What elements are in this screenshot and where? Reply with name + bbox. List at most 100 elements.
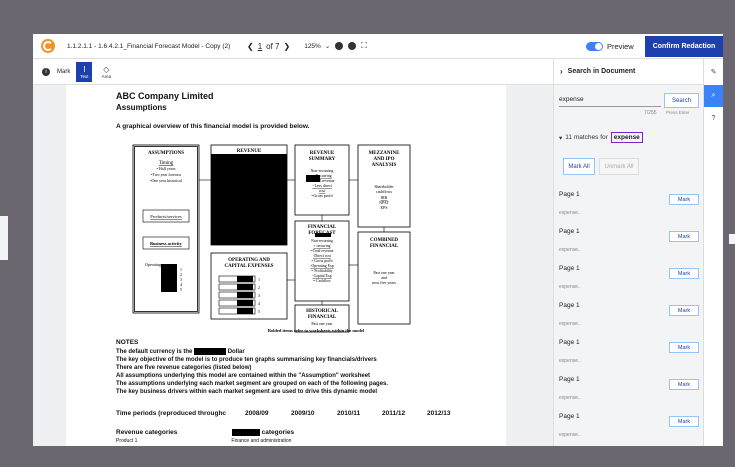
mark-button[interactable]: Mark bbox=[669, 342, 699, 353]
preview-toggle[interactable] bbox=[586, 42, 603, 51]
text-tool-label: Text bbox=[80, 73, 89, 79]
area-tool-label: Area bbox=[101, 73, 112, 79]
search-result[interactable]: Page 1 expense.. Mark bbox=[554, 300, 704, 337]
area-tool-button[interactable]: ◇ Area bbox=[98, 62, 114, 82]
diagram-mz-title2: AND IPO bbox=[374, 157, 395, 162]
search-result[interactable]: Page 1 expense.. Mark bbox=[554, 263, 704, 300]
search-result[interactable]: Page 1 expense.. Mark bbox=[554, 226, 704, 263]
diagram-ff-l2: + recurring bbox=[313, 244, 330, 248]
document-name: 1.1.2.1.1 - 1.6.4.2.1_Financial Forecast… bbox=[67, 42, 231, 50]
zoom-out-icon[interactable] bbox=[335, 42, 344, 50]
redaction-box[interactable] bbox=[237, 284, 253, 290]
mark-button[interactable]: Mark bbox=[669, 379, 699, 390]
redaction-box[interactable] bbox=[211, 154, 287, 245]
note-line: The assumptions underlying each market s… bbox=[116, 381, 389, 387]
mark-all-button[interactable]: Mark All bbox=[563, 158, 595, 175]
zoom-select[interactable]: 125% ⌄ bbox=[304, 42, 331, 51]
area-select-icon: ◇ bbox=[103, 64, 110, 74]
time-periods-row: Time periods (reproduced throughc 2008/0… bbox=[116, 410, 451, 417]
doc-title: ABC Company Limited bbox=[116, 91, 214, 101]
zoom-in-icon[interactable] bbox=[348, 42, 357, 50]
top-bar: 1.1.2.1.1 - 1.6.4.2.1_Financial Forecast… bbox=[33, 34, 723, 59]
diagram-op-n2: 2 bbox=[258, 285, 260, 290]
notes-heading: NOTES bbox=[116, 339, 139, 346]
diagram-ff-l1: Non-recurring bbox=[311, 239, 333, 243]
diagram-one-year: •One year historical bbox=[150, 178, 183, 183]
product-row: Product 1 Finance and administration bbox=[116, 438, 291, 444]
revenue-categories-label: Revenue categories bbox=[116, 429, 178, 437]
year-cell: 2011/12 bbox=[382, 410, 406, 417]
search-result[interactable]: Page 1 expense.. Mark bbox=[554, 189, 704, 226]
next-page-button[interactable]: ❯ bbox=[284, 42, 291, 51]
year-cell: 2010/11 bbox=[337, 410, 361, 417]
matches-summary[interactable]: ▾ 11 matches for expense bbox=[559, 132, 643, 143]
result-snippet: expense.. bbox=[559, 395, 581, 401]
diagram-half-years: • Half years bbox=[157, 166, 176, 171]
diagram-cf-l3: next five years bbox=[372, 280, 396, 285]
prev-page-button[interactable]: ❮ bbox=[247, 42, 254, 51]
result-page: Page 1 bbox=[559, 302, 580, 309]
note-currency: The default currency is the Dollar bbox=[116, 348, 245, 355]
result-snippet: expense.. bbox=[559, 358, 581, 364]
categories-label: categories bbox=[261, 429, 295, 437]
mark-button[interactable]: Mark bbox=[669, 268, 699, 279]
diagram-op-n3: 3 bbox=[258, 293, 260, 298]
product-label: Product 1 bbox=[116, 438, 138, 444]
revenue-categories-row: Revenue categories categories bbox=[116, 429, 294, 436]
diagram-revenue: REVENUE bbox=[237, 149, 262, 154]
page-number-input[interactable]: 1 bbox=[258, 42, 262, 51]
search-input[interactable]: expense bbox=[559, 93, 661, 107]
page-navigator: ❮ 1 of 7 ❯ bbox=[247, 42, 290, 51]
unmark-all-button[interactable]: Unmark All bbox=[599, 158, 639, 175]
diagram-ff-l6: -Operating Exp bbox=[310, 264, 334, 268]
pen-icon[interactable]: ✎ bbox=[704, 59, 723, 85]
mark-button[interactable]: Mark bbox=[669, 416, 699, 427]
diagram-two-year: •Two year forecast bbox=[151, 172, 182, 177]
diagram-hf-l1: Past one year bbox=[311, 321, 333, 326]
collapse-icon[interactable]: ▾ bbox=[559, 134, 562, 142]
result-page: Page 1 bbox=[559, 228, 580, 235]
redaction-box[interactable] bbox=[237, 292, 253, 298]
search-result[interactable]: Page 1 expense.. Mark bbox=[554, 374, 704, 411]
note-line: All assumptions underlying this model ar… bbox=[116, 373, 371, 379]
note-currency-b: Dollar bbox=[227, 349, 245, 356]
redaction-box[interactable] bbox=[237, 300, 253, 306]
mark-button[interactable]: Mark bbox=[669, 231, 699, 242]
model-diagram: ASSUMPTIONS Timing • Half years •Two yea… bbox=[132, 144, 411, 333]
chevron-right-icon[interactable]: › bbox=[560, 67, 563, 76]
redaction-box[interactable] bbox=[237, 276, 253, 282]
help-icon[interactable]: ? bbox=[704, 107, 723, 129]
fullscreen-icon[interactable]: ⛶ bbox=[361, 41, 367, 51]
diagram-operating: Operating bbox=[145, 262, 161, 267]
mark-button[interactable]: Mark bbox=[669, 194, 699, 205]
text-tool-button[interactable]: I Text bbox=[76, 61, 93, 82]
redaction-box[interactable] bbox=[237, 308, 253, 314]
matches-term: expense bbox=[610, 132, 643, 143]
search-result[interactable]: Page 1 expense.. Mark bbox=[554, 411, 704, 446]
diagram-op-n4: 4 bbox=[258, 301, 260, 306]
redaction-box[interactable] bbox=[231, 429, 260, 436]
mark-button[interactable]: Mark bbox=[669, 305, 699, 316]
search-panel: › Search in Document expense 7/255 Searc… bbox=[553, 59, 703, 446]
year-cell: 2008/09 bbox=[245, 410, 269, 417]
confirm-redaction-button[interactable]: Confirm Redaction bbox=[645, 36, 723, 57]
preview-label: Preview bbox=[607, 42, 634, 51]
info-icon[interactable]: i bbox=[42, 67, 50, 76]
diagram-op-n5: 5 bbox=[258, 309, 260, 314]
diagram-ff-l8: -Capital Exp bbox=[312, 274, 331, 278]
doc-overview: A graphical overview of this financial m… bbox=[116, 123, 310, 130]
search-button[interactable]: Search bbox=[664, 93, 699, 108]
redaction-box[interactable] bbox=[194, 348, 227, 355]
redaction-box[interactable] bbox=[161, 264, 177, 292]
diagram-op-title2: CAPITAL EXPENSES bbox=[225, 264, 274, 269]
search-results-list: Page 1 expense.. Mark Page 1 expense.. M… bbox=[554, 189, 704, 446]
result-page: Page 1 bbox=[559, 265, 580, 272]
chevron-down-icon: ⌄ bbox=[324, 43, 331, 50]
search-panel-header[interactable]: › Search in Document bbox=[554, 59, 703, 85]
search-result[interactable]: Page 1 expense.. Mark bbox=[554, 337, 704, 374]
char-count: 7/255 bbox=[644, 110, 657, 116]
diagram-assumptions: ASSUMPTIONS bbox=[148, 151, 184, 156]
document-viewer[interactable]: ABC Company Limited Assumptions A graphi… bbox=[33, 85, 553, 446]
diagram-cf-title1: COMBINED bbox=[370, 238, 398, 243]
search-icon[interactable]: ⌕ bbox=[704, 85, 723, 107]
